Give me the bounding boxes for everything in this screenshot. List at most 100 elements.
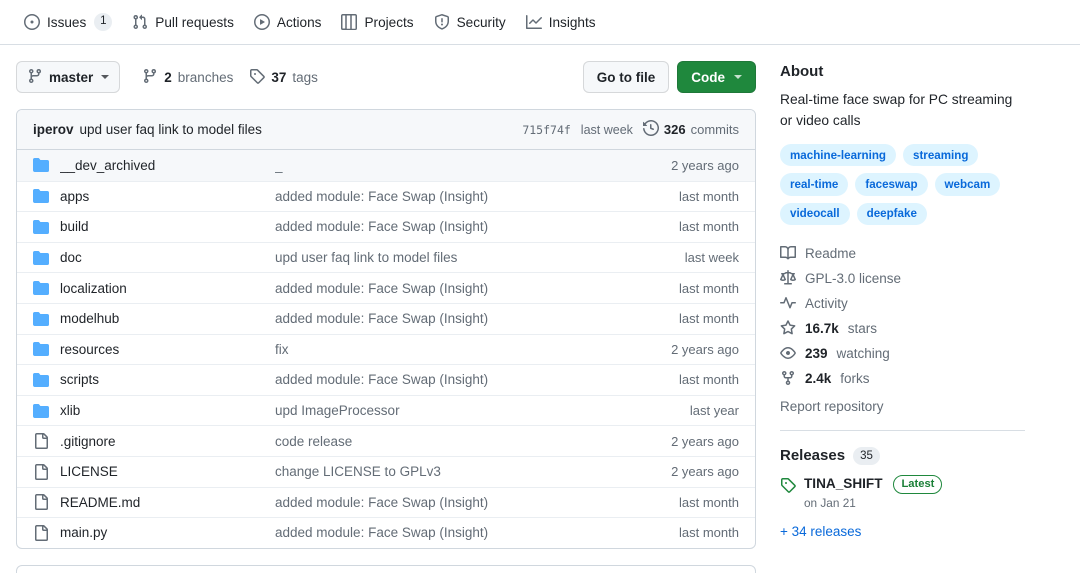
file-icon xyxy=(33,433,49,450)
file-name[interactable]: .gitignore xyxy=(60,434,275,449)
latest-commit-bar: iperov upd user faq link to model files … xyxy=(17,110,755,150)
commits-count-link[interactable]: 326 commits xyxy=(642,119,739,139)
table-row[interactable]: xlib upd ImageProcessor last year xyxy=(17,394,755,426)
report-repository-link[interactable]: Report repository xyxy=(780,399,1025,414)
file-commit-age: last month xyxy=(679,311,739,327)
sidebar: About Real-time face swap for PC streami… xyxy=(780,61,1025,539)
file-commit-message[interactable]: _ xyxy=(275,158,671,173)
releases-heading: Releases 35 xyxy=(780,446,1025,465)
branch-selector[interactable]: master xyxy=(16,61,121,93)
table-row[interactable]: doc upd user faq link to model files last … xyxy=(17,241,755,273)
table-row[interactable]: modelhub added module: Face Swap (Insight… xyxy=(17,302,755,334)
nav-label-pull-requests: Pull requests xyxy=(155,14,234,30)
file-table: iperov upd user faq link to model files … xyxy=(16,109,756,549)
file-name[interactable]: main.py xyxy=(60,525,275,540)
git-branch-icon xyxy=(142,68,158,87)
about-description: Real-time face swap for PC streaming or … xyxy=(780,92,1013,128)
table-row[interactable]: .gitignore code release 2 years ago xyxy=(17,425,755,456)
branches-link[interactable]: 2 branches xyxy=(142,68,233,87)
file-name[interactable]: __dev_archived xyxy=(60,158,275,173)
table-row[interactable]: apps added module: Face Swap (Insight) las… xyxy=(17,180,755,212)
tags-link[interactable]: 37 tags xyxy=(249,68,318,87)
table-row[interactable]: __dev_archived _ 2 years ago xyxy=(17,150,755,181)
file-name[interactable]: resources xyxy=(60,342,275,357)
nav-item-issues[interactable]: Issues 1 xyxy=(14,7,122,37)
file-name[interactable]: xlib xyxy=(60,403,275,418)
file-name[interactable]: LICENSE xyxy=(60,464,275,479)
file-commit-message[interactable]: change LICENSE to GPLv3 xyxy=(275,464,671,479)
folder-icon xyxy=(33,403,49,419)
table-row[interactable]: main.py added module: Face Swap (Insight)… xyxy=(17,517,755,548)
file-commit-message[interactable]: added module: Face Swap (Insight) xyxy=(275,189,679,204)
file-icon xyxy=(33,463,49,480)
release-info: TINA_SHIFT Latest on Jan 21 xyxy=(804,474,943,510)
file-commit-message[interactable]: added module: Face Swap (Insight) xyxy=(275,525,679,540)
folder-icon xyxy=(33,311,49,327)
code-button[interactable]: Code xyxy=(677,61,756,93)
topic-tag[interactable]: webcam xyxy=(934,173,1001,196)
release-name[interactable]: TINA_SHIFT xyxy=(804,476,883,491)
file-commit-message[interactable]: fix xyxy=(275,342,671,357)
file-commit-message[interactable]: added module: Face Swap (Insight) xyxy=(275,372,679,387)
file-commit-message[interactable]: upd ImageProcessor xyxy=(275,403,690,418)
file-commit-age: last year xyxy=(689,403,739,419)
nav-item-projects[interactable]: Projects xyxy=(331,8,423,36)
table-row[interactable]: scripts added module: Face Swap (Insight)… xyxy=(17,364,755,395)
table-row[interactable]: README.md added module: Face Swap (Insigh… xyxy=(17,486,755,518)
topic-tag[interactable]: machine-learning xyxy=(780,144,896,167)
nav-item-pull-requests[interactable]: Pull requests xyxy=(122,8,244,36)
folder-icon xyxy=(33,280,49,296)
file-name[interactable]: scripts xyxy=(60,372,275,387)
file-commit-age: last month xyxy=(679,280,739,296)
file-name[interactable]: README.md xyxy=(60,495,275,510)
file-commit-message[interactable]: added module: Face Swap (Insight) xyxy=(275,281,679,296)
about-link-value: 239 xyxy=(805,345,828,361)
file-commit-message[interactable]: added module: Face Swap (Insight) xyxy=(275,495,679,510)
table-row[interactable]: build added module: Face Swap (Insight) la… xyxy=(17,211,755,242)
topic-tag[interactable]: videocall xyxy=(780,202,850,225)
commit-age: last week xyxy=(580,122,633,137)
about-link[interactable]: 239 watching xyxy=(780,341,1025,366)
file-name[interactable]: modelhub xyxy=(60,311,275,326)
nav-item-security[interactable]: Security xyxy=(424,8,516,36)
topic-tag[interactable]: deepfake xyxy=(856,202,927,225)
about-link[interactable]: GPL-3.0 license xyxy=(780,266,1025,291)
about-link[interactable]: 2.4k forks xyxy=(780,366,1025,391)
table-row[interactable]: localization added module: Face Swap (Ins… xyxy=(17,272,755,303)
nav-label-issues: Issues xyxy=(47,14,87,30)
repo-nav: Issues 1 Pull requests Actions Projects … xyxy=(0,0,1080,45)
file-commit-message[interactable]: upd user faq link to model files xyxy=(275,250,685,265)
file-commit-message[interactable]: added module: Face Swap (Insight) xyxy=(275,219,679,234)
issue-opened-icon xyxy=(24,14,40,30)
go-to-file-button[interactable]: Go to file xyxy=(582,61,670,93)
commit-author[interactable]: iperov xyxy=(33,122,74,137)
latest-release-row[interactable]: TINA_SHIFT Latest on Jan 21 xyxy=(780,474,1025,510)
commit-sha[interactable]: 715f74f xyxy=(522,123,570,137)
commit-message[interactable]: upd user faq link to model files xyxy=(80,122,262,137)
folder-icon xyxy=(33,250,49,266)
table-row[interactable]: LICENSE change LICENSE to GPLv3 2 years ag… xyxy=(17,455,755,487)
about-link[interactable]: 16.7k stars xyxy=(780,316,1025,341)
about-link[interactable]: Activity xyxy=(780,291,1025,316)
file-name[interactable]: doc xyxy=(60,250,275,265)
table-row[interactable]: resources fix 2 years ago xyxy=(17,333,755,365)
about-link[interactable]: Readme xyxy=(780,241,1025,266)
topic-tag[interactable]: streaming xyxy=(903,144,979,167)
about-link-label: GPL-3.0 license xyxy=(805,270,902,286)
commit-meta: 715f74f last week 326 commits xyxy=(522,119,739,139)
file-name[interactable]: localization xyxy=(60,281,275,296)
repo-meta-links: 2 branches 37 tags xyxy=(142,68,318,87)
law-icon xyxy=(780,270,796,286)
nav-item-insights[interactable]: Insights xyxy=(516,8,606,36)
nav-item-actions[interactable]: Actions xyxy=(244,8,332,36)
file-name[interactable]: build xyxy=(60,219,275,234)
topic-tag[interactable]: real-time xyxy=(780,173,849,196)
folder-icon xyxy=(33,157,49,173)
file-commit-message[interactable]: added module: Face Swap (Insight) xyxy=(275,311,679,326)
file-name[interactable]: apps xyxy=(60,189,275,204)
more-releases-link[interactable]: + 34 releases xyxy=(780,524,1025,539)
code-button-label: Code xyxy=(691,69,725,85)
graph-icon xyxy=(525,14,542,30)
topic-tag[interactable]: faceswap xyxy=(855,173,928,196)
file-commit-message[interactable]: code release xyxy=(275,434,671,449)
